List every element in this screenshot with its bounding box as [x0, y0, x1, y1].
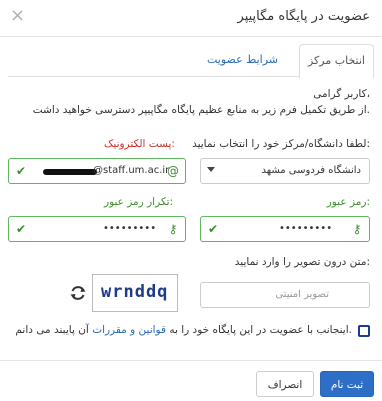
close-icon[interactable]: ×: [10, 6, 25, 26]
check-icon: ✔: [207, 222, 219, 236]
captcha-image: wrnddq: [92, 274, 178, 312]
agreement-prefix: اینجانب با عضویت در این پایگاه خود را به: [169, 324, 349, 336]
agreement-text: اینجانب با عضویت در این پایگاه خود را به…: [15, 324, 352, 336]
email-label: پست الکترونیک:: [104, 138, 175, 150]
password-confirm-value: •••••••••: [103, 223, 157, 234]
check-icon: ✔: [15, 222, 27, 236]
tab-membership-terms[interactable]: شرایط عضویت: [199, 44, 286, 76]
password-confirm-label: تکرار رمز عبور:: [104, 196, 174, 208]
center-select-value: دانشگاه فردوسی مشهد: [261, 165, 361, 176]
captcha-input[interactable]: تصویر امنیتی: [200, 282, 370, 308]
modal-title: عضویت در پایگاه مگاپیپر: [237, 9, 370, 24]
password-label: رمز عبور:: [326, 196, 370, 208]
modal-footer: ثبت نام انصراف: [0, 360, 382, 401]
intro-text: از طریق تکمیل فرم زیر به منابع عظیم پایگ…: [32, 104, 370, 116]
email-value: @staff.um.ac.ir: [93, 165, 170, 176]
center-select[interactable]: دانشگاه فردوسی مشهد: [200, 158, 370, 184]
refresh-icon[interactable]: [68, 283, 88, 303]
password-confirm-field[interactable]: ✔ ••••••••• ⚷: [8, 216, 186, 242]
check-icon: ✔: [15, 164, 27, 178]
chevron-down-icon: [207, 167, 215, 172]
password-field[interactable]: ✔ ••••••••• ⚷: [200, 216, 370, 242]
agreement-row: اینجانب با عضویت در این پایگاه خود را به…: [15, 324, 370, 340]
intro-greeting: کاربر گرامی،: [313, 88, 370, 100]
at-icon: @: [167, 164, 179, 178]
membership-modal: عضویت در پایگاه مگاپیپر × انتخاب مرکز شر…: [0, 0, 382, 400]
key-icon: ⚷: [352, 222, 362, 236]
tab-bar: انتخاب مرکز شرایط عضویت: [0, 44, 382, 79]
rules-link[interactable]: قوانین و مقررات: [92, 324, 166, 336]
email-field[interactable]: ✔ @staff.um.ac.ir @: [8, 158, 186, 184]
key-icon: ⚷: [168, 222, 178, 236]
captcha-image-text: wrnddq: [101, 282, 169, 302]
submit-button[interactable]: ثبت نام: [320, 371, 374, 397]
captcha-placeholder: تصویر امنیتی: [275, 289, 329, 300]
center-label: لطفا دانشگاه/مرکز خود را انتخاب نمایید:: [192, 138, 370, 150]
password-value: •••••••••: [279, 223, 333, 234]
captcha-label: متن درون تصویر را وارد نمایید:: [234, 256, 370, 268]
agree-checkbox[interactable]: [358, 325, 370, 337]
modal-header: عضویت در پایگاه مگاپیپر ×: [0, 0, 382, 37]
tab-select-center[interactable]: انتخاب مرکز: [298, 44, 374, 79]
redacted-mark: [43, 169, 97, 175]
cancel-button[interactable]: انصراف: [256, 371, 314, 397]
